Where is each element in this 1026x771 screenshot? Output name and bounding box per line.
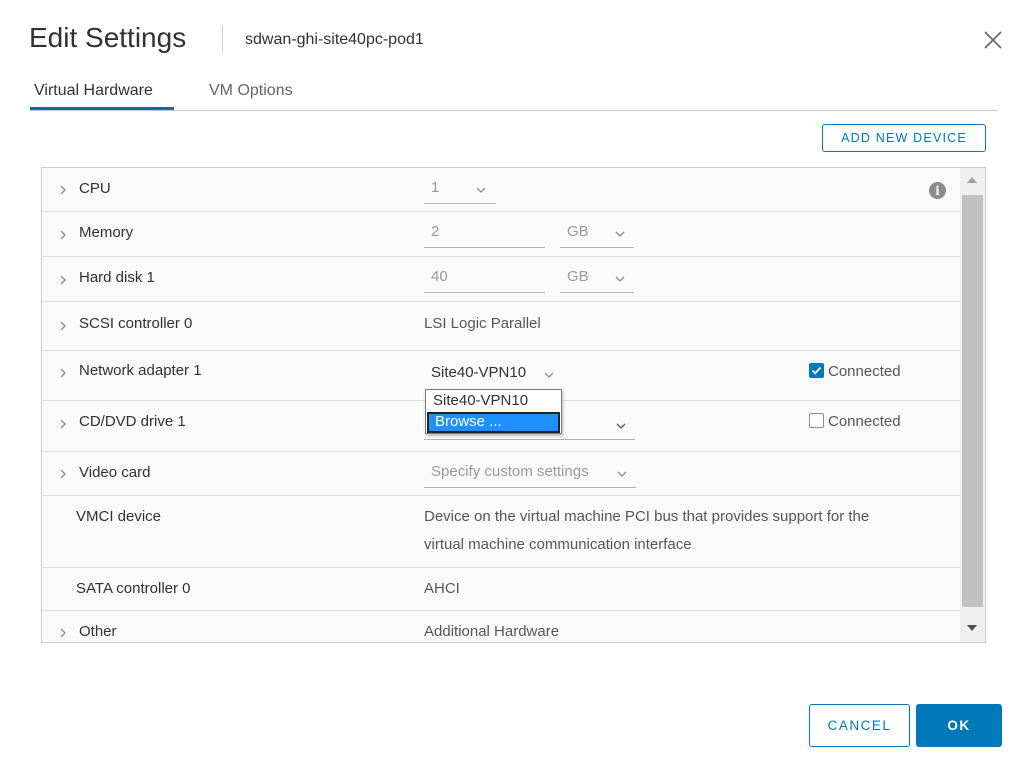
chevron-right-icon[interactable] bbox=[58, 230, 68, 240]
dialog-title: Edit Settings bbox=[29, 22, 187, 53]
network-dropdown-list: Site40-VPN10 Browse ... bbox=[425, 389, 562, 434]
hw-label-sata: SATA controller 0 bbox=[76, 580, 191, 597]
chevron-right-icon[interactable] bbox=[58, 419, 68, 429]
memory-input[interactable]: 2 bbox=[424, 220, 545, 248]
hw-row-other: Other Additional Hardware bbox=[42, 611, 960, 642]
hw-label-network: Network adapter 1 bbox=[79, 362, 202, 379]
cpu-select[interactable]: 1 bbox=[424, 176, 496, 204]
chevron-down-icon bbox=[616, 423, 626, 429]
hw-label-memory: Memory bbox=[79, 224, 134, 241]
memory-unit: GB bbox=[567, 223, 589, 240]
vm-name: sdwan-ghi-site40pc-pod1 bbox=[245, 31, 424, 48]
cpu-value: 1 bbox=[431, 179, 440, 196]
hw-row-hard-disk: Hard disk 1 40 GB bbox=[42, 257, 960, 302]
hw-row-video-card: Video card Specify custom settings bbox=[42, 452, 960, 496]
network-connected-checkbox[interactable] bbox=[809, 363, 824, 378]
chevron-down-icon bbox=[544, 372, 554, 378]
scrollbar[interactable] bbox=[960, 168, 985, 642]
tabs-divider bbox=[30, 110, 998, 111]
hard-disk-input[interactable]: 40 bbox=[424, 265, 545, 293]
hw-label-other: Other bbox=[79, 623, 117, 640]
hw-row-sata: SATA controller 0 AHCI bbox=[42, 568, 960, 611]
other-value: Additional Hardware bbox=[424, 623, 560, 640]
hw-row-memory: Memory 2 GB bbox=[42, 212, 960, 257]
hw-label-cd-dvd: CD/DVD drive 1 bbox=[79, 413, 186, 430]
hw-label-scsi: SCSI controller 0 bbox=[79, 315, 193, 332]
chevron-down-icon bbox=[476, 187, 486, 193]
hard-disk-unit: GB bbox=[567, 268, 589, 285]
sata-value: AHCI bbox=[424, 580, 460, 597]
ok-button[interactable]: OK bbox=[916, 704, 1002, 747]
network-select[interactable]: Site40-VPN10 bbox=[424, 359, 562, 389]
hw-label-vmci: VMCI device bbox=[76, 508, 162, 525]
vmci-desc-line1: Device on the virtual machine PCI bus th… bbox=[424, 508, 870, 525]
video-card-value: Specify custom settings bbox=[431, 463, 589, 480]
scrollbar-thumb[interactable] bbox=[962, 195, 983, 607]
chevron-right-icon[interactable] bbox=[58, 321, 68, 331]
hw-label-video-card: Video card bbox=[79, 464, 151, 481]
add-new-device-button[interactable]: ADD NEW DEVICE bbox=[822, 124, 986, 152]
chevron-right-icon[interactable] bbox=[58, 275, 68, 285]
cancel-button[interactable]: CANCEL bbox=[809, 704, 910, 747]
hw-row-cpu: CPU 1 i bbox=[42, 168, 960, 212]
chevron-down-icon bbox=[615, 276, 625, 282]
scsi-value: LSI Logic Parallel bbox=[424, 315, 541, 332]
chevron-down-icon bbox=[617, 471, 627, 477]
chevron-right-icon[interactable] bbox=[58, 469, 68, 479]
tab-virtual-hardware[interactable]: Virtual Hardware bbox=[34, 82, 153, 100]
scroll-up-arrow-icon[interactable] bbox=[967, 177, 977, 183]
memory-unit-select[interactable]: GB bbox=[560, 220, 634, 248]
vmci-desc-line2: virtual machine communication interface bbox=[424, 536, 692, 553]
chevron-down-icon bbox=[615, 231, 625, 237]
chevron-right-icon[interactable] bbox=[58, 628, 68, 638]
cd-dvd-connected-checkbox[interactable] bbox=[809, 413, 824, 428]
title-divider bbox=[222, 26, 223, 52]
check-icon bbox=[811, 366, 822, 375]
video-card-select[interactable]: Specify custom settings bbox=[424, 460, 636, 488]
info-icon[interactable]: i bbox=[929, 182, 946, 199]
hw-label-cpu: CPU bbox=[79, 180, 111, 197]
network-connected-label: Connected bbox=[828, 363, 901, 380]
scroll-down-arrow-icon[interactable] bbox=[967, 625, 977, 631]
hw-label-hard-disk: Hard disk 1 bbox=[79, 269, 155, 286]
hw-row-vmci: VMCI device Device on the virtual machin… bbox=[42, 496, 960, 568]
tab-vm-options[interactable]: VM Options bbox=[209, 82, 293, 100]
chevron-right-icon[interactable] bbox=[58, 368, 68, 378]
close-icon[interactable] bbox=[982, 29, 1004, 51]
hw-row-scsi: SCSI controller 0 LSI Logic Parallel bbox=[42, 302, 960, 351]
cd-dvd-connected-label: Connected bbox=[828, 413, 901, 430]
dropdown-option-browse[interactable]: Browse ... bbox=[427, 412, 560, 433]
dropdown-option-site40-vpn10[interactable]: Site40-VPN10 bbox=[427, 391, 560, 412]
chevron-right-icon[interactable] bbox=[58, 185, 68, 195]
hard-disk-unit-select[interactable]: GB bbox=[560, 265, 634, 293]
network-value: Site40-VPN10 bbox=[431, 364, 527, 381]
